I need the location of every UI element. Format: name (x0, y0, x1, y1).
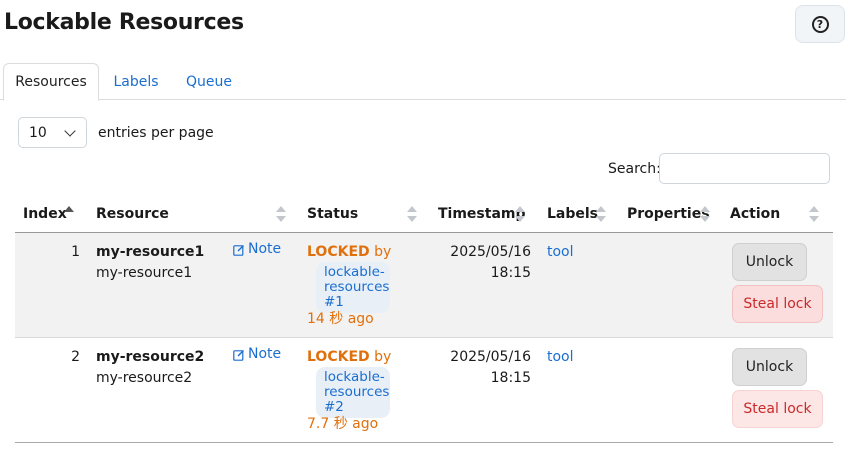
column-header-index[interactable]: Index (23, 204, 67, 224)
note-link[interactable]: Note (233, 239, 281, 260)
status-text: LOCKED by (307, 242, 391, 263)
locked-by-line: #1 (324, 294, 344, 310)
steal-lock-button[interactable]: Steal lock (732, 285, 823, 323)
entries-select[interactable]: 10 (18, 117, 87, 148)
sort-icon[interactable] (276, 204, 286, 224)
entries-select-value: 10 (29, 124, 47, 141)
label-link[interactable]: tool (547, 347, 574, 368)
locked-by-line: #2 (324, 399, 344, 415)
note-link[interactable]: Note (233, 344, 281, 365)
note-label: Note (248, 241, 282, 257)
locked-by-line: lockable- (324, 369, 385, 385)
row-index: 2 (71, 349, 80, 365)
locked-by-line: resources (324, 384, 390, 400)
locked-by-line: resources (324, 279, 390, 295)
help-button[interactable]: ? (795, 5, 845, 43)
tab-resources[interactable]: Resources (3, 63, 99, 101)
sort-asc-icon[interactable] (64, 204, 74, 224)
column-header-properties[interactable]: Properties (627, 204, 710, 224)
page-title: Lockable Resources (4, 10, 244, 35)
sort-icon[interactable] (809, 204, 819, 224)
timestamp-time: 18:15 (490, 265, 531, 281)
table-bottom-border (15, 442, 833, 443)
resource-description: my-resource2 (96, 370, 193, 386)
column-header-timestamp[interactable]: Timestamp (438, 204, 526, 224)
entries-control: 10 entries per page (18, 117, 214, 148)
column-header-labels[interactable]: Labels (547, 204, 598, 224)
locked-ago: 7.7 秒 ago (307, 416, 379, 432)
status-locked: LOCKED (307, 244, 370, 260)
status-by: by (374, 244, 392, 260)
note-label: Note (248, 346, 282, 362)
locked-ago: 14 秒 ago (307, 311, 374, 327)
status-text: LOCKED by (307, 347, 391, 368)
edit-note-icon (233, 349, 244, 361)
help-icon: ? (811, 15, 829, 33)
steal-lock-button[interactable]: Steal lock (732, 390, 823, 428)
locked-by-link[interactable]: lockable- resources #2 (316, 367, 390, 418)
timestamp-date: 2025/05/16 (450, 349, 531, 365)
tab-bar: Resources Labels Queue (0, 63, 846, 101)
search-input[interactable] (659, 153, 830, 184)
label-link[interactable]: tool (547, 242, 574, 263)
row-index: 1 (71, 244, 80, 260)
sort-icon[interactable] (700, 204, 710, 224)
search-label: Search: (608, 161, 661, 177)
resource-name: my-resource2 (96, 349, 205, 365)
sort-icon[interactable] (407, 204, 417, 224)
resource-name: my-resource1 (96, 244, 205, 260)
status-locked: LOCKED (307, 349, 370, 365)
timestamp-date: 2025/05/16 (450, 244, 531, 260)
column-header-resource[interactable]: Resource (96, 204, 169, 224)
unlock-button[interactable]: Unlock (732, 243, 807, 281)
column-header-action[interactable]: Action (730, 204, 780, 224)
entries-label: entries per page (98, 124, 214, 141)
resource-description: my-resource1 (96, 265, 193, 281)
sort-icon[interactable] (515, 204, 525, 224)
status-by: by (374, 349, 392, 365)
unlock-button[interactable]: Unlock (732, 348, 807, 386)
tab-queue[interactable]: Queue (178, 63, 240, 100)
edit-note-icon (233, 244, 244, 256)
column-header-status[interactable]: Status (307, 204, 358, 224)
timestamp-time: 18:15 (490, 370, 531, 386)
chevron-down-icon (64, 124, 76, 137)
tab-labels[interactable]: Labels (104, 63, 168, 100)
locked-by-link[interactable]: lockable- resources #1 (316, 262, 390, 313)
locked-by-line: lockable- (324, 264, 385, 280)
sort-icon[interactable] (596, 204, 606, 224)
